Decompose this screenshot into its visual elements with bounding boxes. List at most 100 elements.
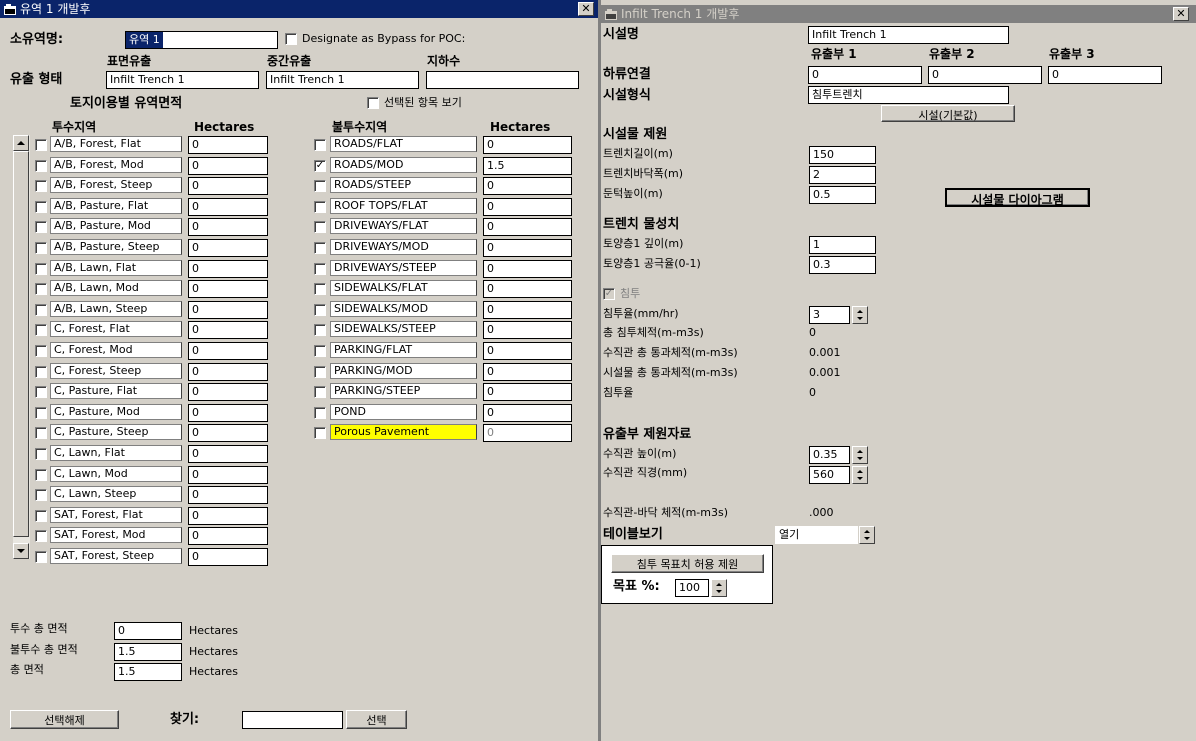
pervious-hectares-input[interactable]: 0 — [188, 383, 268, 402]
pervious-landuse-name[interactable]: A/B, Pasture, Mod — [50, 218, 182, 235]
impervious-checkbox[interactable] — [314, 303, 326, 316]
impervious-checkbox[interactable] — [314, 262, 326, 275]
target-percent-input[interactable]: 100 — [675, 579, 709, 597]
pervious-landuse-name[interactable]: A/B, Forest, Mod — [50, 156, 182, 173]
impervious-landuse-name[interactable]: PARKING/FLAT — [330, 342, 477, 358]
pervious-checkbox[interactable] — [35, 551, 47, 563]
pervious-landuse-name[interactable]: C, Pasture, Flat — [50, 383, 182, 400]
infiltration-checkbox[interactable]: ✓ — [603, 288, 615, 300]
close-icon[interactable]: ✕ — [1173, 7, 1189, 21]
riser-height-input[interactable]: 0.35 — [809, 446, 850, 464]
infiltration-target-button[interactable]: 침투 목표치 허용 제원 — [611, 554, 764, 573]
pervious-landuse-name[interactable]: C, Lawn, Mod — [50, 465, 182, 482]
infiltration-rate-spinner[interactable] — [852, 306, 868, 324]
impervious-checkbox[interactable] — [314, 365, 326, 378]
pervious-landuse-name[interactable]: C, Pasture, Steep — [50, 424, 182, 441]
pervious-hectares-input[interactable]: 0 — [188, 136, 268, 154]
impervious-landuse-name[interactable]: ROOF TOPS/FLAT — [330, 197, 477, 214]
material-input[interactable]: 1 — [809, 236, 876, 254]
pervious-hectares-input[interactable]: 0 — [188, 424, 268, 443]
riser-height-spinner[interactable] — [852, 446, 868, 464]
impervious-landuse-name[interactable]: SIDEWALKS/STEEP — [330, 321, 477, 338]
impervious-hectares-input[interactable]: 0 — [483, 239, 572, 257]
pervious-checkbox[interactable] — [35, 303, 47, 316]
pervious-checkbox[interactable] — [35, 159, 47, 172]
impervious-checkbox[interactable] — [314, 345, 326, 357]
impervious-checkbox[interactable]: ✓ — [314, 159, 326, 172]
pervious-checkbox[interactable] — [35, 509, 47, 522]
pervious-landuse-name[interactable]: C, Forest, Steep — [50, 362, 182, 379]
impervious-hectares-input[interactable]: 0 — [483, 342, 572, 360]
basin-name-input[interactable]: 유역 1 — [125, 31, 278, 49]
pervious-landuse-name[interactable]: A/B, Forest, Steep — [50, 177, 182, 194]
impervious-checkbox[interactable] — [314, 427, 326, 440]
scroll-down-icon[interactable] — [13, 543, 29, 559]
pervious-checkbox[interactable] — [35, 530, 47, 543]
pervious-checkbox[interactable] — [35, 283, 47, 296]
impervious-hectares-input[interactable]: 0 — [483, 424, 572, 443]
pervious-hectares-input[interactable]: 0 — [188, 197, 268, 216]
riser-diameter-input[interactable]: 560 — [809, 466, 850, 484]
pervious-hectares-input[interactable]: 0 — [188, 445, 268, 463]
deselect-button[interactable]: 선택해제 — [10, 710, 119, 729]
infiltration-rate-input[interactable]: 3 — [809, 306, 850, 324]
impervious-landuse-name[interactable]: SIDEWALKS/FLAT — [330, 280, 477, 297]
impervious-checkbox[interactable] — [314, 180, 326, 193]
pervious-landuse-name[interactable]: C, Lawn, Steep — [50, 486, 182, 503]
impervious-landuse-name[interactable]: ROADS/FLAT — [330, 136, 477, 152]
close-icon[interactable]: ✕ — [578, 2, 594, 16]
impervious-hectares-input[interactable]: 0 — [483, 136, 572, 154]
impervious-checkbox[interactable] — [314, 406, 326, 419]
pervious-landuse-name[interactable]: C, Forest, Mod — [50, 342, 182, 358]
pervious-hectares-input[interactable]: 0 — [188, 342, 268, 360]
pervious-hectares-input[interactable]: 0 — [188, 465, 268, 484]
pervious-landuse-name[interactable]: A/B, Pasture, Steep — [50, 239, 182, 255]
pervious-landuse-name[interactable]: A/B, Lawn, Steep — [50, 300, 182, 317]
pervious-landuse-name[interactable]: C, Pasture, Mod — [50, 403, 182, 420]
impervious-checkbox[interactable] — [314, 242, 326, 254]
impervious-hectares-input[interactable]: 0 — [483, 218, 572, 237]
impervious-checkbox[interactable] — [314, 139, 326, 151]
downstream-3-input[interactable]: 0 — [1048, 66, 1162, 84]
impervious-hectares-input[interactable]: 1.5 — [483, 156, 572, 175]
pervious-checkbox[interactable] — [35, 262, 47, 275]
pervious-landuse-name[interactable]: C, Forest, Flat — [50, 321, 182, 338]
pervious-checkbox[interactable] — [35, 324, 47, 337]
impervious-landuse-name[interactable]: ROADS/STEEP — [330, 177, 477, 194]
impervious-landuse-name[interactable]: DRIVEWAYS/MOD — [330, 239, 477, 255]
show-selected-checkbox[interactable] — [367, 97, 379, 109]
pervious-checkbox[interactable] — [35, 139, 47, 151]
pervious-landuse-name[interactable]: A/B, Forest, Flat — [50, 136, 182, 152]
pervious-checkbox[interactable] — [35, 386, 47, 399]
pervious-landuse-name[interactable]: SAT, Forest, Flat — [50, 506, 182, 523]
pervious-hectares-input[interactable]: 0 — [188, 156, 268, 175]
scroll-thumb[interactable] — [13, 151, 29, 537]
pervious-hectares-input[interactable]: 0 — [188, 280, 268, 299]
facility-window-titlebar[interactable]: Infilt Trench 1 개발후 ✕ — [601, 5, 1196, 23]
downstream-2-input[interactable]: 0 — [928, 66, 1042, 84]
pervious-hectares-input[interactable]: 0 — [188, 527, 268, 546]
dimension-input[interactable]: 2 — [809, 166, 876, 184]
pervious-checkbox[interactable] — [35, 180, 47, 193]
total-area-value[interactable]: 1.5 — [114, 663, 182, 681]
pervious-landuse-name[interactable]: A/B, Lawn, Flat — [50, 259, 182, 276]
pervious-checkbox[interactable] — [35, 406, 47, 419]
pervious-checkbox[interactable] — [35, 221, 47, 234]
pervious-hectares-input[interactable]: 0 — [188, 548, 268, 566]
pervious-hectares-input[interactable]: 0 — [188, 321, 268, 340]
pervious-checkbox[interactable] — [35, 365, 47, 378]
pervious-checkbox[interactable] — [35, 242, 47, 254]
groundwater-input[interactable] — [426, 71, 579, 89]
dimension-input[interactable]: 150 — [809, 146, 876, 164]
bypass-checkbox[interactable] — [285, 33, 297, 45]
pervious-checkbox[interactable] — [35, 427, 47, 440]
interflow-input[interactable]: Infilt Trench 1 — [266, 71, 419, 89]
impervious-landuse-name[interactable]: DRIVEWAYS/FLAT — [330, 218, 477, 235]
impervious-hectares-input[interactable]: 0 — [483, 280, 572, 299]
impervious-checkbox[interactable] — [314, 386, 326, 399]
scroll-up-icon[interactable] — [13, 135, 29, 151]
pervious-checkbox[interactable] — [35, 200, 47, 213]
impervious-hectares-input[interactable]: 0 — [483, 197, 572, 216]
impervious-checkbox[interactable] — [314, 221, 326, 234]
impervious-checkbox[interactable] — [314, 324, 326, 337]
